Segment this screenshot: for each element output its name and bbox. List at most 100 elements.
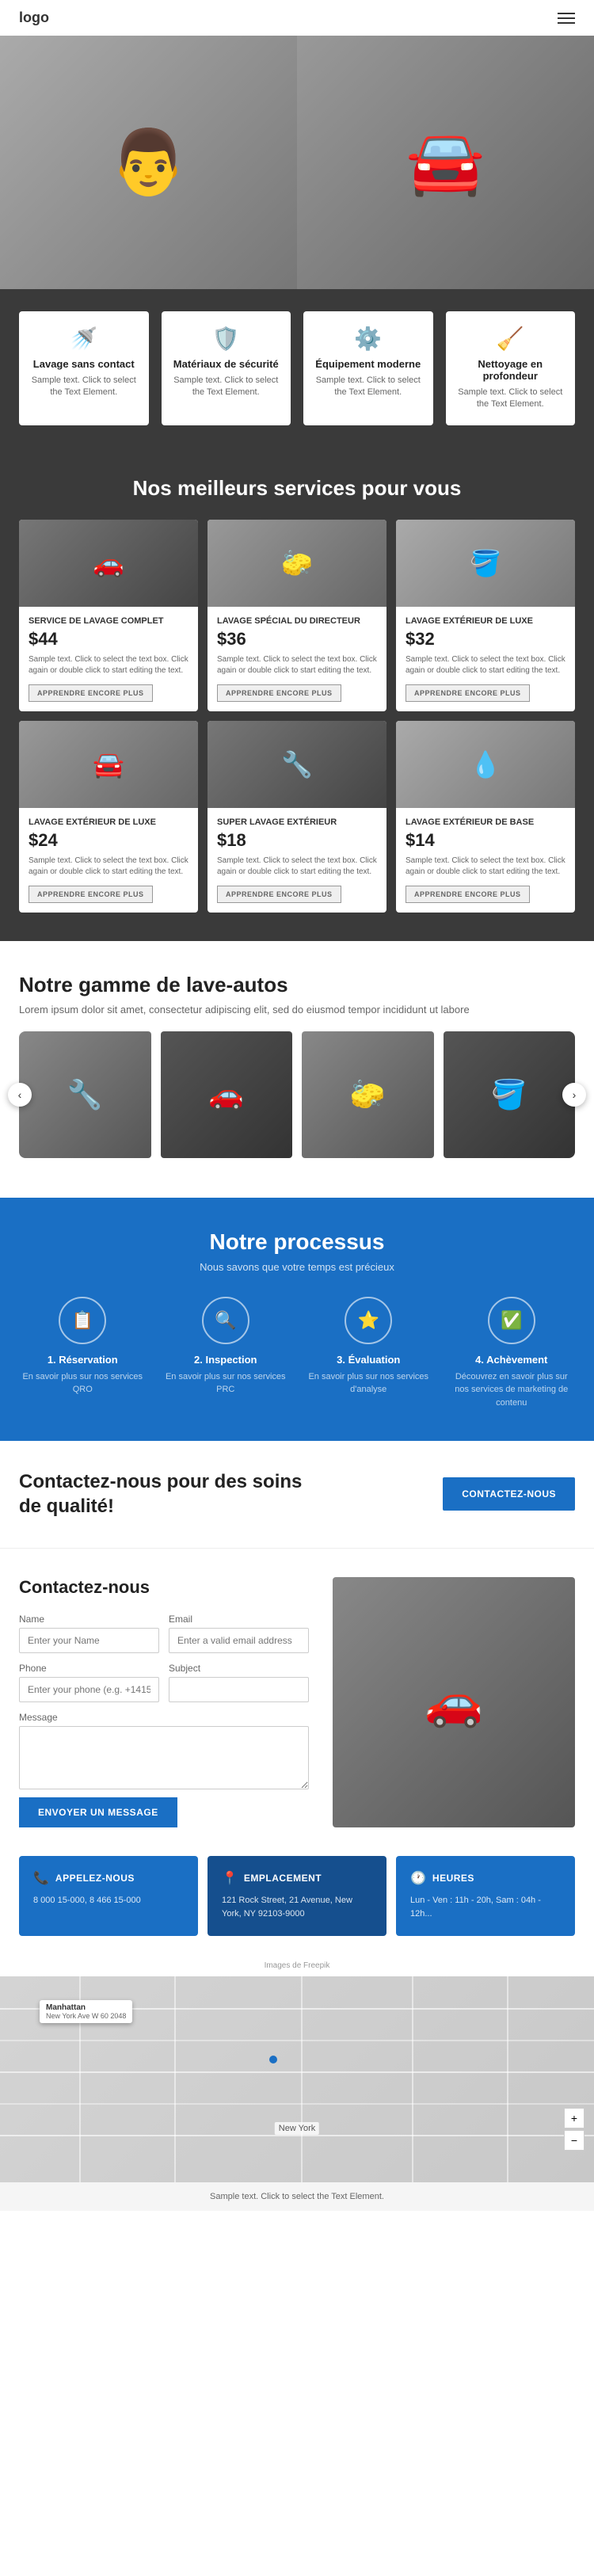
service-btn-1[interactable]: APPRENDRE ENCORE PLUS [217,684,341,702]
process-step-link-3: Découvrez en savoir plus sur nos service… [448,1370,576,1410]
carousel-item-2: 🧽 [302,1031,434,1158]
evaluation-icon: ⭐ [345,1297,392,1344]
carousel-item-0: 🔧 [19,1031,151,1158]
gamme-desc: Lorem ipsum dolor sit amet, consectetur … [19,1004,575,1016]
service-card-5: 💧 LAVAGE EXTÉRIEUR DE BASE $14 Sample te… [396,721,575,913]
process-step-title-0: 1. Réservation [19,1354,147,1366]
name-input[interactable] [19,1628,159,1653]
feature-title-1: Matériaux de sécurité [171,358,282,370]
service-btn-3[interactable]: APPRENDRE ENCORE PLUS [29,886,153,903]
process-step-2: ⭐ 3. Évaluation En savoir plus sur nos s… [305,1297,432,1410]
service-desc-1: Sample text. Click to select the text bo… [217,654,377,676]
service-img-4: 🔧 [208,721,386,808]
email-input[interactable] [169,1628,309,1653]
feature-card-1: 🛡️ Matériaux de sécurité Sample text. Cl… [162,311,291,425]
cta-text: Contactez-nous pour des soins de qualité… [19,1469,320,1519]
service-price-3: $24 [29,830,188,851]
feature-desc-2: Sample text. Click to select the Text El… [313,375,424,399]
feature-card-3: 🧹 Nettoyage en profondeur Sample text. C… [446,311,576,425]
service-desc-2: Sample text. Click to select the text bo… [406,654,565,676]
carousel-item-3: 🪣 [444,1031,576,1158]
service-desc-4: Sample text. Click to select the text bo… [217,855,377,878]
services-title: Nos meilleurs services pour vous [19,476,575,501]
cta-banner: Contactez-nous pour des soins de qualité… [0,1441,594,1548]
service-name-2: LAVAGE EXTÉRIEUR DE LUXE [406,616,565,626]
submit-btn[interactable]: ENVOYER UN MESSAGE [19,1797,177,1827]
service-desc-0: Sample text. Click to select the text bo… [29,654,188,676]
zoom-in-btn[interactable]: + [564,2108,584,2128]
gamme-title: Notre gamme de lave-autos [19,973,575,997]
service-img-3: 🚘 [19,721,198,808]
hamburger-menu[interactable] [558,13,575,24]
process-step-title-3: 4. Achèvement [448,1354,576,1366]
map-label-newyork: New York [275,2122,319,2135]
feature-title-0: Lavage sans contact [29,358,139,370]
process-steps: 📋 1. Réservation En savoir plus sur nos … [19,1297,575,1410]
service-img-2: 🪣 [396,520,575,607]
service-name-4: SUPER LAVAGE EXTÉRIEUR [217,817,377,827]
feature-icon-0: 🚿 [29,326,139,352]
info-card-body-1: 121 Rock Street, 21 Avenue, New York, NY… [222,1894,372,1922]
message-input[interactable] [19,1726,309,1789]
process-step-link-2: En savoir plus sur nos services d'analys… [305,1370,432,1397]
cta-btn[interactable]: CONTACTEZ-NOUS [443,1477,575,1511]
process-title: Notre processus [19,1229,575,1255]
service-name-3: LAVAGE EXTÉRIEUR DE LUXE [29,817,188,827]
service-desc-5: Sample text. Click to select the text bo… [406,855,565,878]
feature-icon-1: 🛡️ [171,326,282,352]
service-btn-4[interactable]: APPRENDRE ENCORE PLUS [217,886,341,903]
info-card-header-1: 📍 EMPLACEMENT [222,1870,372,1886]
feature-card-0: 🚿 Lavage sans contact Sample text. Click… [19,311,149,425]
feature-desc-1: Sample text. Click to select the Text El… [171,375,282,399]
message-field-group: Message [19,1712,309,1789]
phone-input[interactable] [19,1677,159,1702]
phone-label: Phone [19,1663,159,1674]
carousel: ‹ 🔧 🚗 🧽 🪣 › [19,1031,575,1158]
service-card-4: 🔧 SUPER LAVAGE EXTÉRIEUR $18 Sample text… [208,721,386,913]
logo: logo [19,10,49,26]
gamme-section: Notre gamme de lave-autos Lorem ipsum do… [0,941,594,1174]
service-card-1: 🧽 LAVAGE SPÉCIAL DU DIRECTEUR $36 Sample… [208,520,386,711]
name-field-group: Name [19,1614,159,1653]
process-step-title-1: 2. Inspection [162,1354,290,1366]
carousel-inner: 🔧 🚗 🧽 🪣 [19,1031,575,1158]
services-grid: 🚗 SERVICE DE LAVAGE COMPLET $44 Sample t… [19,520,575,913]
process-step-link-1: En savoir plus sur nos services PRC [162,1370,290,1397]
contact-title: Contactez-nous [19,1577,309,1598]
feature-icon-2: ⚙️ [313,326,424,352]
service-card-2: 🪣 LAVAGE EXTÉRIEUR DE LUXE $32 Sample te… [396,520,575,711]
reservation-icon: 📋 [59,1297,106,1344]
process-step-3: ✅ 4. Achèvement Découvrez en savoir plus… [448,1297,576,1410]
service-desc-3: Sample text. Click to select the text bo… [29,855,188,878]
process-step-title-2: 3. Évaluation [305,1354,432,1366]
carousel-next-btn[interactable]: › [562,1083,586,1107]
footer-text: Sample text. Click to select the Text El… [0,2182,594,2211]
map-marker [269,2056,277,2063]
contact-form: Contactez-nous Name Email Phone Subject … [19,1577,309,1827]
phone-icon: 📞 [33,1870,49,1886]
feature-desc-0: Sample text. Click to select the Text El… [29,375,139,399]
service-btn-0[interactable]: APPRENDRE ENCORE PLUS [29,684,153,702]
hero-image-left: 👨 [0,36,297,289]
map-tooltip-manhattan: Manhattan New York Ave W 60 2048 [40,2000,132,2023]
email-field-group: Email [169,1614,309,1653]
service-name-5: LAVAGE EXTÉRIEUR DE BASE [406,817,565,827]
email-label: Email [169,1614,309,1625]
service-name-0: SERVICE DE LAVAGE COMPLET [29,616,188,626]
service-btn-5[interactable]: APPRENDRE ENCORE PLUS [406,886,530,903]
info-card-title-1: EMPLACEMENT [244,1873,322,1884]
info-card-body-2: Lun - Ven : 11h - 20h, Sam : 04h - 12h..… [410,1894,561,1922]
image-caption: Images de Freepik [0,1955,594,1976]
process-step-link-0: En savoir plus sur nos services QRO [19,1370,147,1397]
feature-card-2: ⚙️ Équipement moderne Sample text. Click… [303,311,433,425]
service-img-0: 🚗 [19,520,198,607]
carousel-prev-btn[interactable]: ‹ [8,1083,32,1107]
service-btn-2[interactable]: APPRENDRE ENCORE PLUS [406,684,530,702]
service-card-0: 🚗 SERVICE DE LAVAGE COMPLET $44 Sample t… [19,520,198,711]
zoom-out-btn[interactable]: − [564,2130,584,2151]
contact-car-image: 🚗 [333,1577,575,1827]
location-icon: 📍 [222,1870,238,1886]
service-img-5: 💧 [396,721,575,808]
subject-input[interactable] [169,1677,309,1702]
info-card-header-0: 📞 APPELEZ-NOUS [33,1870,184,1886]
